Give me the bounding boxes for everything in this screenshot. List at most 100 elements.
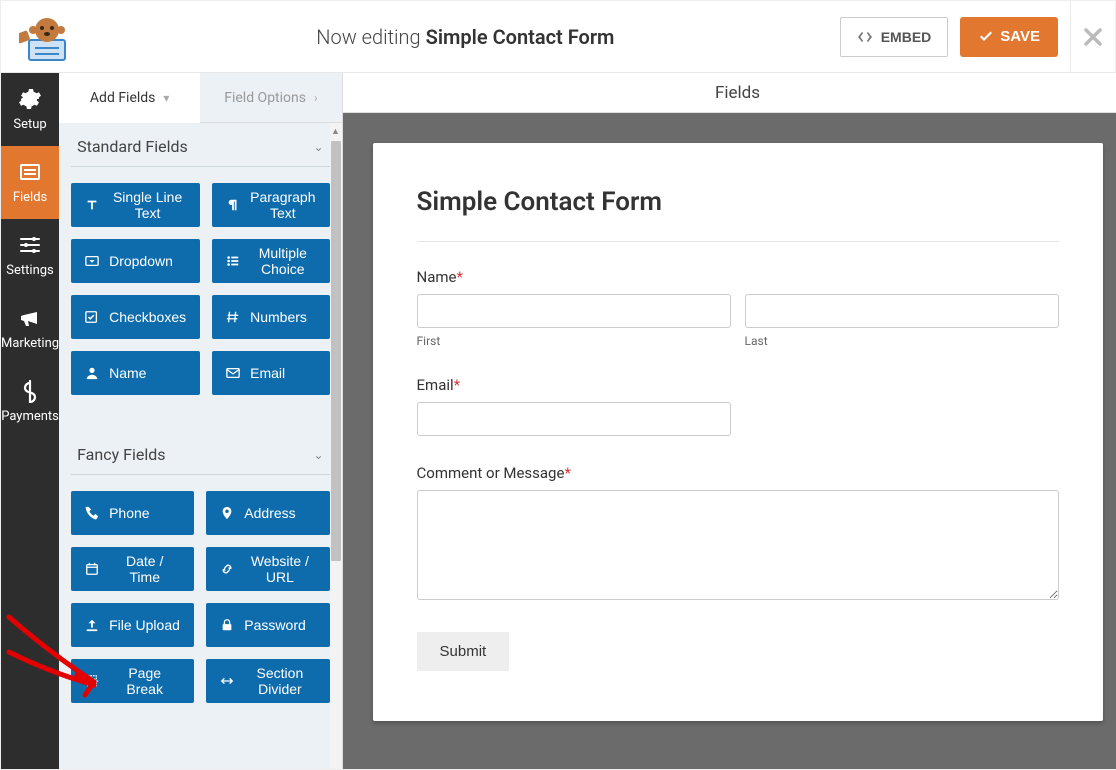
fields-scroll-area[interactable]: Standard Fields ⌄ Single Line Text Parag… [59, 123, 341, 769]
last-name-input[interactable] [745, 294, 1059, 328]
close-icon [1083, 27, 1103, 47]
chevron-down-icon: ⌄ [313, 140, 323, 154]
preview-panel: Fields Simple Contact Form Name* First [343, 73, 1116, 769]
first-name-input[interactable] [417, 294, 731, 328]
nav-setup-label: Setup [13, 117, 46, 132]
nav-fields-label: Fields [13, 190, 47, 205]
paragraph-icon [226, 198, 240, 212]
comment-textarea[interactable] [417, 490, 1059, 600]
chevron-down-icon: ⌄ [313, 448, 323, 462]
field-page-break[interactable]: Page Break [71, 659, 194, 703]
page-title: Now editing Simple Contact Form [91, 25, 840, 49]
field-dropdown[interactable]: Dropdown [71, 239, 200, 283]
fields-panel: Add Fields ▾ Field Options › Standard Fi… [59, 73, 342, 769]
name-label: Name* [417, 268, 1059, 286]
tab-add-fields-label: Add Fields [90, 90, 156, 106]
field-file-upload[interactable]: File Upload [71, 603, 194, 647]
field-email[interactable]: Email [212, 351, 329, 395]
save-label: SAVE [1000, 28, 1040, 45]
comment-label: Comment or Message* [417, 464, 1059, 482]
section-fancy-fields[interactable]: Fancy Fields ⌄ [71, 431, 329, 475]
dropdown-icon [85, 254, 99, 268]
code-icon [857, 29, 873, 45]
divider [417, 241, 1059, 242]
gear-icon [18, 87, 42, 111]
form-title: Simple Contact Form [417, 187, 1059, 217]
preview-header-label: Fields [715, 83, 760, 103]
side-nav: Setup Fields Settings Marketing [1, 73, 59, 769]
sliders-icon [18, 233, 42, 257]
preview-stage: Simple Contact Form Name* First Last [343, 113, 1116, 769]
section-standard-title: Standard Fields [77, 137, 188, 156]
nav-payments-label: Payments [1, 409, 59, 424]
field-website-url[interactable]: Website / URL [206, 547, 329, 591]
dollar-icon [18, 379, 42, 403]
embed-button[interactable]: EMBED [840, 17, 949, 57]
first-sublabel: First [417, 334, 731, 348]
bullhorn-icon [18, 306, 42, 330]
upload-icon [85, 618, 99, 632]
section-standard-fields[interactable]: Standard Fields ⌄ [71, 123, 329, 167]
form-name: Simple Contact Form [426, 25, 615, 49]
save-button[interactable]: SAVE [960, 17, 1058, 57]
submit-button[interactable]: Submit [417, 632, 510, 671]
form-field-email[interactable]: Email* [417, 376, 1059, 436]
field-single-line-text[interactable]: Single Line Text [71, 183, 200, 227]
tab-add-fields[interactable]: Add Fields ▾ [59, 73, 200, 123]
field-paragraph-text[interactable]: Paragraph Text [212, 183, 329, 227]
user-icon [85, 366, 99, 380]
email-input[interactable] [417, 402, 731, 436]
field-password[interactable]: Password [206, 603, 329, 647]
field-phone[interactable]: Phone [71, 491, 194, 535]
panel-tabs: Add Fields ▾ Field Options › [59, 73, 341, 123]
form-preview-card: Simple Contact Form Name* First Last [373, 143, 1103, 721]
calendar-icon [85, 562, 99, 576]
field-multiple-choice[interactable]: Multiple Choice [212, 239, 329, 283]
close-button[interactable] [1070, 1, 1115, 73]
form-field-comment[interactable]: Comment or Message* [417, 464, 1059, 604]
field-section-divider[interactable]: Section Divider [206, 659, 329, 703]
link-icon [220, 562, 234, 576]
envelope-icon [226, 366, 240, 380]
nav-marketing-label: Marketing [1, 336, 59, 351]
page-break-icon [85, 674, 99, 688]
form-field-name[interactable]: Name* First Last [417, 268, 1059, 348]
top-bar: Now editing Simple Contact Form EMBED SA… [1, 1, 1115, 73]
nav-setup[interactable]: Setup [1, 73, 59, 146]
nav-settings[interactable]: Settings [1, 219, 59, 292]
top-actions: EMBED SAVE [840, 17, 1070, 57]
nav-fields[interactable]: Fields [1, 146, 59, 219]
preview-header: Fields [343, 73, 1116, 113]
text-icon [85, 198, 99, 212]
nav-payments[interactable]: Payments [1, 365, 59, 438]
email-label: Email* [417, 376, 1059, 394]
tab-field-options-label: Field Options [224, 90, 306, 106]
check-icon [978, 29, 994, 45]
wpforms-logo-icon [19, 12, 73, 62]
section-fancy-title: Fancy Fields [77, 445, 165, 464]
scroll-up-arrow[interactable]: ▲ [330, 125, 342, 137]
tab-field-options[interactable]: Field Options › [200, 73, 341, 123]
field-address[interactable]: Address [206, 491, 329, 535]
hash-icon [226, 310, 240, 324]
field-name[interactable]: Name [71, 351, 200, 395]
editing-prefix: Now editing [316, 25, 420, 49]
form-icon [18, 160, 42, 184]
nav-marketing[interactable]: Marketing [1, 292, 59, 365]
checkbox-icon [85, 310, 99, 324]
lock-icon [220, 618, 234, 632]
field-numbers[interactable]: Numbers [212, 295, 329, 339]
field-checkboxes[interactable]: Checkboxes [71, 295, 200, 339]
last-sublabel: Last [745, 334, 1059, 348]
divider-icon [220, 674, 234, 688]
list-icon [226, 254, 240, 268]
chevron-down-icon: ▾ [163, 91, 169, 105]
location-icon [220, 506, 234, 520]
logo [1, 12, 91, 62]
phone-icon [85, 506, 99, 520]
scrollbar[interactable]: ▲ [330, 123, 342, 769]
nav-settings-label: Settings [6, 263, 53, 278]
chevron-right-icon: › [314, 91, 318, 105]
field-date-time[interactable]: Date / Time [71, 547, 194, 591]
scrollbar-thumb[interactable] [331, 141, 341, 561]
